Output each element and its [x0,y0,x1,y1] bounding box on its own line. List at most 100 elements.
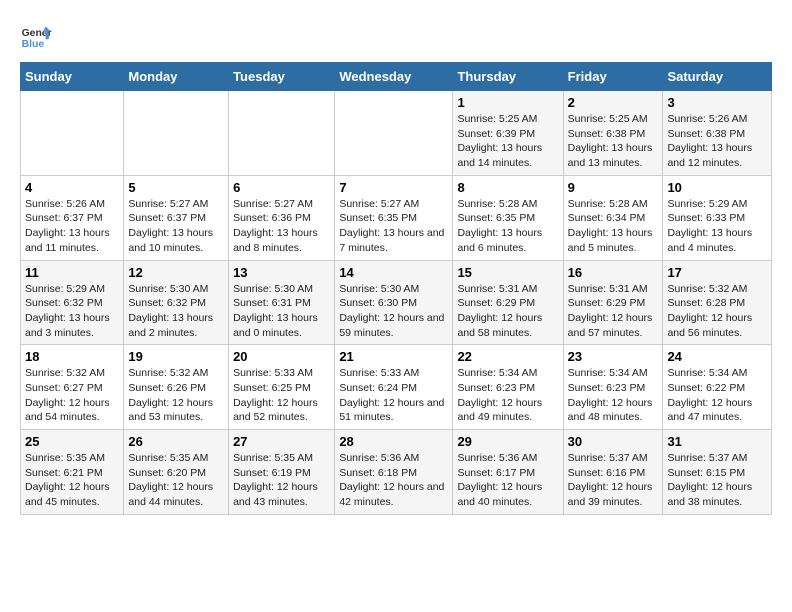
weekday-header-saturday: Saturday [663,63,772,91]
day-number: 31 [667,434,767,449]
day-info: Sunrise: 5:35 AMSunset: 6:19 PMDaylight:… [233,451,330,510]
page-header: General Blue [20,20,772,52]
calendar-cell: 1 Sunrise: 5:25 AMSunset: 6:39 PMDaylight… [453,91,563,176]
day-number: 21 [339,349,448,364]
calendar-week-row: 4 Sunrise: 5:26 AMSunset: 6:37 PMDaylight… [21,175,772,260]
calendar-cell: 6 Sunrise: 5:27 AMSunset: 6:36 PMDaylight… [229,175,335,260]
day-number: 10 [667,180,767,195]
day-info: Sunrise: 5:32 AMSunset: 6:27 PMDaylight:… [25,366,119,425]
day-number: 22 [457,349,558,364]
day-number: 19 [128,349,224,364]
day-number: 28 [339,434,448,449]
calendar-cell [335,91,453,176]
day-info: Sunrise: 5:34 AMSunset: 6:23 PMDaylight:… [457,366,558,425]
day-info: Sunrise: 5:26 AMSunset: 6:37 PMDaylight:… [25,197,119,256]
day-number: 5 [128,180,224,195]
calendar-cell: 19 Sunrise: 5:32 AMSunset: 6:26 PMDayligh… [124,345,229,430]
calendar-cell: 27Sunrise: 5:35 AMSunset: 6:19 PMDayligh… [229,430,335,515]
day-number: 25 [25,434,119,449]
weekday-header-sunday: Sunday [21,63,124,91]
calendar-cell: 8 Sunrise: 5:28 AMSunset: 6:35 PMDaylight… [453,175,563,260]
day-info: Sunrise: 5:25 AMSunset: 6:38 PMDaylight:… [568,112,659,171]
day-number: 15 [457,265,558,280]
calendar-cell: 4 Sunrise: 5:26 AMSunset: 6:37 PMDaylight… [21,175,124,260]
day-info: Sunrise: 5:32 AMSunset: 6:26 PMDaylight:… [128,366,224,425]
day-info: Sunrise: 5:26 AMSunset: 6:38 PMDaylight:… [667,112,767,171]
day-info: Sunrise: 5:33 AMSunset: 6:25 PMDaylight:… [233,366,330,425]
day-info: Sunrise: 5:31 AMSunset: 6:29 PMDaylight:… [568,282,659,341]
calendar-cell: 20 Sunrise: 5:33 AMSunset: 6:25 PMDayligh… [229,345,335,430]
day-info: Sunrise: 5:30 AMSunset: 6:31 PMDaylight:… [233,282,330,341]
weekday-header-row: SundayMondayTuesdayWednesdayThursdayFrid… [21,63,772,91]
calendar-cell: 3 Sunrise: 5:26 AMSunset: 6:38 PMDaylight… [663,91,772,176]
day-info: Sunrise: 5:27 AMSunset: 6:37 PMDaylight:… [128,197,224,256]
day-number: 1 [457,95,558,110]
calendar-cell: 11Sunrise: 5:29 AMSunset: 6:32 PMDayligh… [21,260,124,345]
day-number: 26 [128,434,224,449]
weekday-header-monday: Monday [124,63,229,91]
day-info: Sunrise: 5:37 AMSunset: 6:15 PMDaylight:… [667,451,767,510]
day-number: 17 [667,265,767,280]
calendar-cell: 2Sunrise: 5:25 AMSunset: 6:38 PMDaylight… [563,91,663,176]
calendar-cell: 30Sunrise: 5:37 AMSunset: 6:16 PMDayligh… [563,430,663,515]
calendar-cell: 10Sunrise: 5:29 AMSunset: 6:33 PMDayligh… [663,175,772,260]
day-number: 24 [667,349,767,364]
day-number: 12 [128,265,224,280]
day-info: Sunrise: 5:28 AMSunset: 6:35 PMDaylight:… [457,197,558,256]
calendar-cell: 24 Sunrise: 5:34 AMSunset: 6:22 PMDayligh… [663,345,772,430]
calendar-cell: 25Sunrise: 5:35 AMSunset: 6:21 PMDayligh… [21,430,124,515]
day-number: 29 [457,434,558,449]
day-info: Sunrise: 5:35 AMSunset: 6:20 PMDaylight:… [128,451,224,510]
calendar-cell: 7Sunrise: 5:27 AMSunset: 6:35 PMDaylight… [335,175,453,260]
day-number: 11 [25,265,119,280]
calendar-table: SundayMondayTuesdayWednesdayThursdayFrid… [20,62,772,515]
day-number: 14 [339,265,448,280]
calendar-week-row: 25Sunrise: 5:35 AMSunset: 6:21 PMDayligh… [21,430,772,515]
weekday-header-tuesday: Tuesday [229,63,335,91]
day-number: 20 [233,349,330,364]
calendar-cell: 9 Sunrise: 5:28 AMSunset: 6:34 PMDaylight… [563,175,663,260]
calendar-cell: 5 Sunrise: 5:27 AMSunset: 6:37 PMDaylight… [124,175,229,260]
calendar-cell [124,91,229,176]
day-number: 18 [25,349,119,364]
calendar-cell: 22 Sunrise: 5:34 AMSunset: 6:23 PMDayligh… [453,345,563,430]
day-info: Sunrise: 5:36 AMSunset: 6:18 PMDaylight:… [339,451,448,510]
calendar-week-row: 1 Sunrise: 5:25 AMSunset: 6:39 PMDaylight… [21,91,772,176]
day-info: Sunrise: 5:34 AMSunset: 6:23 PMDaylight:… [568,366,659,425]
calendar-cell: 16 Sunrise: 5:31 AMSunset: 6:29 PMDayligh… [563,260,663,345]
day-info: Sunrise: 5:31 AMSunset: 6:29 PMDaylight:… [457,282,558,341]
calendar-cell: 17 Sunrise: 5:32 AMSunset: 6:28 PMDayligh… [663,260,772,345]
calendar-cell: 15 Sunrise: 5:31 AMSunset: 6:29 PMDayligh… [453,260,563,345]
calendar-cell: 14 Sunrise: 5:30 AMSunset: 6:30 PMDayligh… [335,260,453,345]
day-info: Sunrise: 5:34 AMSunset: 6:22 PMDaylight:… [667,366,767,425]
svg-text:Blue: Blue [22,39,45,50]
day-number: 4 [25,180,119,195]
day-info: Sunrise: 5:30 AMSunset: 6:30 PMDaylight:… [339,282,448,341]
day-info: Sunrise: 5:25 AMSunset: 6:39 PMDaylight:… [457,112,558,171]
day-info: Sunrise: 5:30 AMSunset: 6:32 PMDaylight:… [128,282,224,341]
day-number: 16 [568,265,659,280]
day-number: 7 [339,180,448,195]
calendar-cell: 26 Sunrise: 5:35 AMSunset: 6:20 PMDayligh… [124,430,229,515]
day-info: Sunrise: 5:37 AMSunset: 6:16 PMDaylight:… [568,451,659,510]
weekday-header-thursday: Thursday [453,63,563,91]
day-info: Sunrise: 5:28 AMSunset: 6:34 PMDaylight:… [568,197,659,256]
calendar-week-row: 18 Sunrise: 5:32 AMSunset: 6:27 PMDayligh… [21,345,772,430]
calendar-cell: 12 Sunrise: 5:30 AMSunset: 6:32 PMDayligh… [124,260,229,345]
day-number: 23 [568,349,659,364]
day-number: 9 [568,180,659,195]
calendar-cell [229,91,335,176]
weekday-header-wednesday: Wednesday [335,63,453,91]
day-number: 8 [457,180,558,195]
calendar-cell [21,91,124,176]
day-info: Sunrise: 5:33 AMSunset: 6:24 PMDaylight:… [339,366,448,425]
calendar-week-row: 11Sunrise: 5:29 AMSunset: 6:32 PMDayligh… [21,260,772,345]
day-info: Sunrise: 5:27 AMSunset: 6:36 PMDaylight:… [233,197,330,256]
calendar-cell: 23 Sunrise: 5:34 AMSunset: 6:23 PMDayligh… [563,345,663,430]
calendar-cell: 28 Sunrise: 5:36 AMSunset: 6:18 PMDayligh… [335,430,453,515]
day-number: 6 [233,180,330,195]
day-number: 3 [667,95,767,110]
calendar-cell: 31 Sunrise: 5:37 AMSunset: 6:15 PMDayligh… [663,430,772,515]
logo-icon: General Blue [20,20,52,52]
day-info: Sunrise: 5:32 AMSunset: 6:28 PMDaylight:… [667,282,767,341]
